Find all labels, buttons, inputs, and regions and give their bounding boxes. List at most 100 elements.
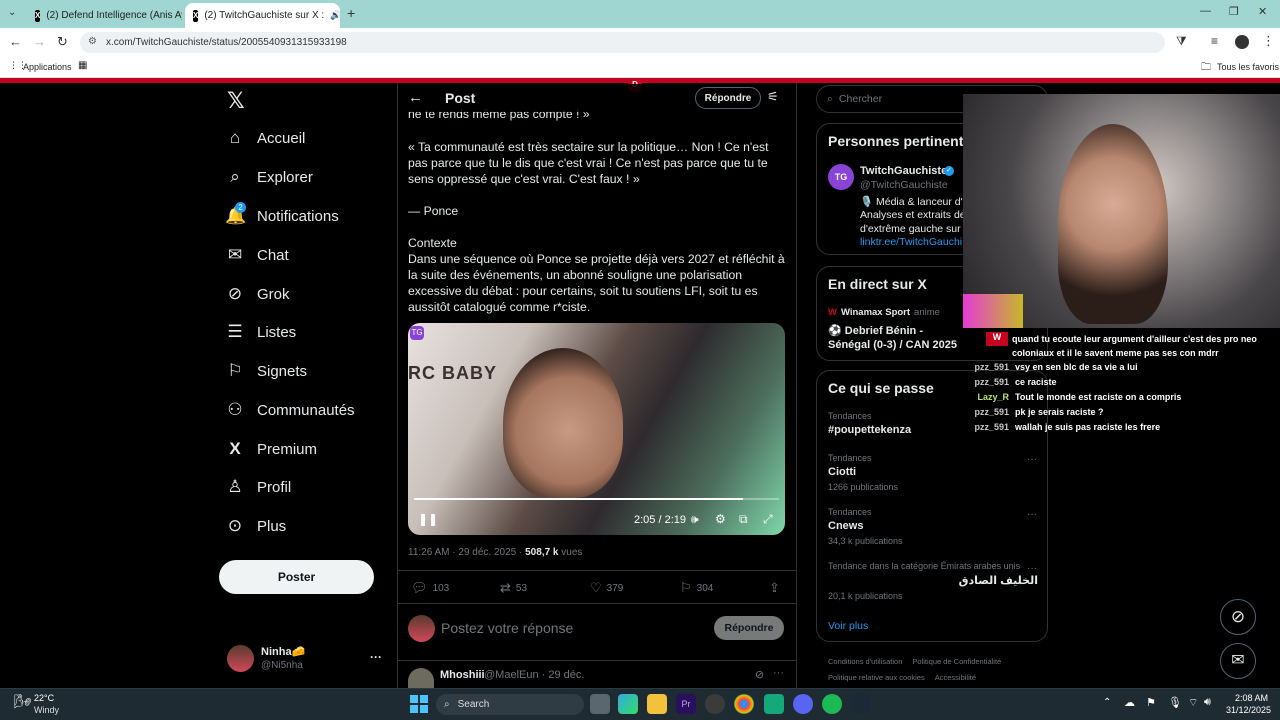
new-tab-button[interactable]: + [347,5,355,21]
discord-icon[interactable] [793,694,813,714]
footer-link[interactable]: Politique relative aux cookies [828,673,925,682]
windows-start-icon[interactable] [410,695,428,713]
reply-input[interactable]: Postez votre réponse [441,620,573,636]
avatar[interactable] [408,668,434,688]
more-options-icon[interactable]: ··· [1027,509,1037,520]
audio-icon[interactable]: 🔊 [330,10,340,21]
footer-link[interactable]: Accessibilité [935,673,976,682]
more-options-icon[interactable]: ··· [773,667,784,679]
menu-icon[interactable]: ⋮ [1262,33,1275,49]
bookmark-action[interactable]: ⚐ 304 [680,580,713,596]
bookmark-apps[interactable]: Applications [23,62,72,72]
media-icon[interactable]: ≡ [1211,34,1218,48]
trend-item[interactable]: Tendances #poupettekenza [828,411,911,436]
steam-icon[interactable] [851,694,871,714]
reply-header-button[interactable]: Répondre [695,87,761,109]
picture-in-picture-icon[interactable]: ⧉ [739,512,748,527]
post-button[interactable]: Poster [219,560,374,594]
grok-icon[interactable]: ⊘ [755,668,764,681]
nav-premium[interactable]: X Premium [225,435,317,463]
nav-notifications[interactable]: 🔔 2 Notifications [225,202,339,230]
profile-avatar[interactable] [1235,35,1249,49]
account-more-icon[interactable]: ··· [370,650,382,664]
nav-profile[interactable]: ♙ Profil [225,473,291,501]
microphone-icon[interactable]: 🎙︎ [1168,696,1182,709]
reply-author-meta: @MaelEun · 29 déc. [484,669,585,681]
reload-icon[interactable]: ↻ [57,34,68,50]
nav-grok[interactable]: ⊘ Grok [225,280,290,308]
back-arrow-icon[interactable]: ← [408,89,423,106]
premiere-pro-icon[interactable]: Pr [676,694,696,714]
wifi-icon[interactable]: ⌔ [1188,696,1198,710]
nav-bookmarks[interactable]: ⚐ Signets [225,357,307,385]
volume-icon[interactable]: 🕪 [691,512,699,527]
tab-defend-intelligence[interactable]: X (2) Defend Intelligence (Anis Ay ✕ [27,3,182,28]
close-window-button[interactable]: ✕ [1258,5,1267,18]
settings-sliders-icon[interactable]: ⚟ [767,89,779,105]
more-options-icon[interactable]: ··· [1027,563,1037,574]
x-logo-icon[interactable]: 𝕏 [227,88,245,114]
live-event[interactable]: ⚽ Debrief Bénin - Sénégal (0-3) / CAN 20… [828,324,963,352]
gear-icon[interactable]: ⚙ [715,512,726,526]
bookmark-all[interactable]: Tous les favoris [1217,62,1279,72]
file-explorer-icon[interactable] [647,694,667,714]
avatar [408,615,435,642]
pause-icon[interactable]: ❚❚ [418,512,438,526]
like-action[interactable]: ♡ 379 [590,580,623,596]
avatar[interactable] [227,645,254,672]
clock-date[interactable]: 31/12/2025 [1226,705,1271,715]
nav-explore[interactable]: ⌕ Explorer [225,163,313,191]
tray-app-icon[interactable]: ☁ [1124,696,1135,709]
avatar[interactable]: TG [828,164,854,190]
repost-action[interactable]: ⇄ 53 [500,580,527,596]
clock-time[interactable]: 2:08 AM [1235,693,1268,703]
chrome-icon[interactable] [734,694,754,714]
url-input[interactable]: ⚙ x.com/TwitchGauchiste/status/200554093… [80,32,1165,53]
tab-twitchgauchiste[interactable]: X (2) TwitchGauchiste sur X : 🔊 ✕ [185,3,340,28]
relevant-link[interactable]: linktr.ee/TwitchGauchi [860,236,962,248]
live-host[interactable]: W Winamax Sport anime [828,307,940,318]
volume-icon[interactable]: 🔊︎ [1204,696,1211,709]
app-icon[interactable] [764,694,784,714]
reply-submit-button[interactable]: Répondre [714,616,784,640]
mail-icon: ✉ [227,245,243,264]
tab-list-icon[interactable]: ⌄ [8,7,16,18]
share-action[interactable]: ⇪ [769,580,780,596]
page-title: Post [445,90,476,106]
extensions-icon[interactable]: ⧩ [1176,34,1187,49]
nav-more[interactable]: ⊙ Plus [225,512,286,540]
reply-author-name[interactable]: Mhoshiii [440,669,485,681]
back-icon[interactable]: ← [9,34,22,49]
restore-button[interactable]: ❐ [1229,5,1239,18]
nav-home[interactable]: ⌂ Accueil [225,124,306,152]
footer-link[interactable]: Conditions d'utilisation [828,657,902,666]
relevant-name[interactable]: TwitchGauchiste [860,165,947,177]
forward-icon[interactable]: → [33,34,46,49]
widgets-icon[interactable] [618,694,638,714]
trend-item[interactable]: Tendances Cnews 34,3 k publications [828,507,903,546]
taskbar-search[interactable]: ⌕ Search [436,694,584,715]
chevron-up-icon[interactable]: ⌃ [1103,697,1111,708]
nav-chat[interactable]: ✉ Chat [225,241,289,269]
more-options-icon[interactable]: ··· [1027,454,1037,465]
weather-icon[interactable]: 🌬︎ [14,693,32,710]
grok-floating-button[interactable]: ⊘ [1220,599,1256,635]
tab-groups-icon[interactable]: ▦ [78,60,87,71]
task-view-icon[interactable] [590,694,610,714]
trend-item[interactable]: Tendance dans la catégorie Émirats arabe… [828,561,1038,601]
fullscreen-icon[interactable]: ⤢ [763,512,773,527]
spotify-icon[interactable] [822,694,842,714]
messages-floating-button[interactable]: ✉ [1220,643,1256,679]
trend-item[interactable]: Tendances Ciotti 1266 publications [828,453,898,492]
reply-action[interactable]: 💬︎ 103 [411,580,449,596]
video-progress-track[interactable] [414,498,779,500]
video-player[interactable]: RC BABY TG ❚❚ 2:05 / 2:19 🕪 ⚙ ⧉ ⤢ [408,323,785,535]
nav-communities[interactable]: ⚇ Communautés [225,396,354,424]
site-info-icon[interactable]: ⚙ [88,36,97,47]
tray-app-icon[interactable]: ⚑ [1146,696,1156,709]
footer-link[interactable]: Politique de Confidentialité [912,657,1001,666]
see-more-link[interactable]: Voir plus [828,620,868,632]
minimize-button[interactable]: — [1200,5,1211,17]
nav-lists[interactable]: ☰ Listes [225,318,296,346]
obs-icon[interactable] [705,694,725,714]
